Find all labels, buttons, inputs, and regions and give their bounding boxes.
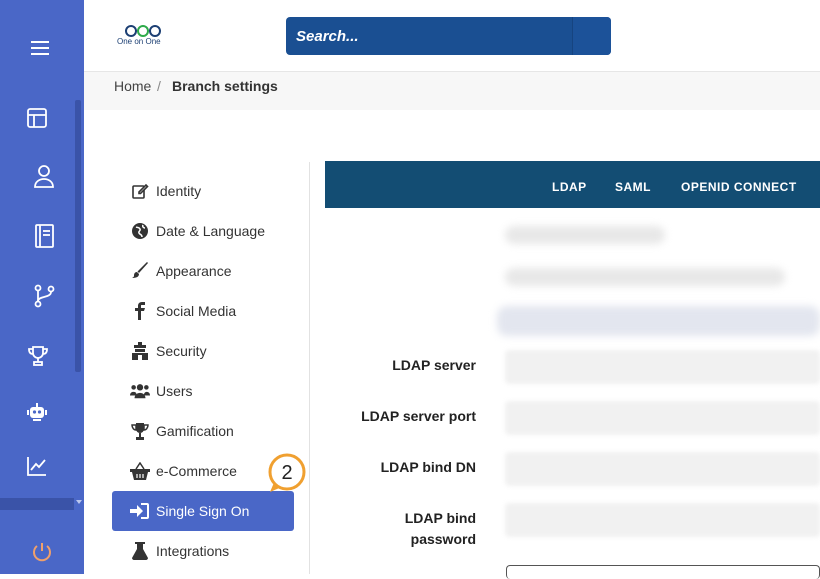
nav-label: Date & Language [156, 223, 265, 239]
nav-item-single-sign-on[interactable]: Single Sign On [112, 491, 294, 531]
nav-item-gamification[interactable]: Gamification [112, 411, 294, 451]
breadcrumb: Home / Branch settings [84, 72, 820, 110]
nav-label: e-Commerce [156, 463, 237, 479]
ldap-server-field[interactable] [505, 350, 820, 384]
blurred-text [505, 226, 665, 244]
tab-saml[interactable]: SAML [615, 180, 651, 194]
nav-label: Integrations [156, 543, 230, 559]
breadcrumb-current: Branch settings [172, 78, 278, 94]
users-icon [130, 381, 150, 401]
nav-label: Gamification [156, 423, 234, 439]
rail-scroll-bar[interactable] [0, 498, 74, 510]
nav-item-appearance[interactable]: Appearance [112, 251, 294, 291]
facebook-icon [130, 301, 150, 321]
ldap-server-label: LDAP server [392, 357, 476, 373]
tab-ldap[interactable]: LDAP [552, 180, 587, 194]
branch-icon[interactable] [26, 278, 62, 314]
nav-item-identity[interactable]: Identity [112, 171, 294, 211]
trophy-icon[interactable] [20, 338, 56, 374]
search-input[interactable] [286, 17, 572, 55]
menu-icon[interactable] [22, 30, 58, 66]
breadcrumb-home[interactable]: Home [114, 78, 151, 94]
search-button[interactable] [572, 17, 611, 55]
breadcrumb-separator: / [157, 78, 161, 94]
step-badge: 2 [268, 453, 306, 492]
ldap-server-port-field[interactable] [505, 401, 820, 435]
rail-scrollbar[interactable] [75, 100, 81, 372]
user-icon[interactable] [26, 158, 62, 194]
nav-label: Identity [156, 183, 202, 199]
fort-icon [130, 341, 150, 361]
edit-icon [130, 181, 150, 201]
badge-number: 2 [281, 462, 292, 484]
layout-icon[interactable] [19, 100, 55, 136]
top-bar: One on One [84, 0, 820, 72]
ldap-bind-password-label-line1: LDAP bind [404, 510, 476, 526]
tab-openid-connect[interactable]: OPENID CONNECT [681, 180, 797, 194]
nav-item-date-language[interactable]: Date & Language [112, 211, 294, 251]
nav-item-social-media[interactable]: Social Media [112, 291, 294, 331]
nav-item-security[interactable]: Security [112, 331, 294, 371]
ldap-server-port-label: LDAP server port [361, 408, 476, 424]
ldap-bind-password-label-line2: password [410, 531, 476, 547]
nav-item-users[interactable]: Users [112, 371, 294, 411]
flask-icon [130, 541, 150, 561]
nav-label: Users [156, 383, 193, 399]
blurred-toggle [497, 306, 820, 336]
robot-icon[interactable] [19, 394, 55, 430]
app-rail [0, 0, 84, 574]
basket-icon [130, 461, 150, 481]
brush-icon [130, 261, 150, 281]
logo-text: One on One [117, 37, 161, 46]
sign-in-icon [130, 501, 150, 521]
book-icon[interactable] [26, 218, 62, 254]
search-bar [286, 17, 611, 55]
nav-label: Security [156, 343, 207, 359]
nav-label: Single Sign On [156, 503, 250, 519]
trophy-icon [130, 421, 150, 441]
ldap-bind-password-label: LDAP bind password [405, 508, 476, 550]
ldap-bind-dn-field[interactable] [505, 452, 820, 486]
nav-label: Appearance [156, 263, 232, 279]
nav-divider [309, 162, 310, 574]
blurred-text [505, 268, 785, 286]
nav-label: Social Media [156, 303, 237, 319]
power-icon[interactable] [24, 534, 60, 570]
chart-icon[interactable] [19, 448, 55, 484]
protocol-tabs: LDAP SAML OPENID CONNECT [325, 161, 820, 208]
globe-icon [130, 221, 150, 241]
nav-item-integrations[interactable]: Integrations [112, 531, 294, 571]
ldap-bind-password-field[interactable] [505, 503, 820, 537]
next-field[interactable] [506, 565, 820, 579]
chevron-down-icon[interactable] [76, 500, 82, 504]
ldap-bind-dn-label: LDAP bind DN [380, 459, 476, 475]
